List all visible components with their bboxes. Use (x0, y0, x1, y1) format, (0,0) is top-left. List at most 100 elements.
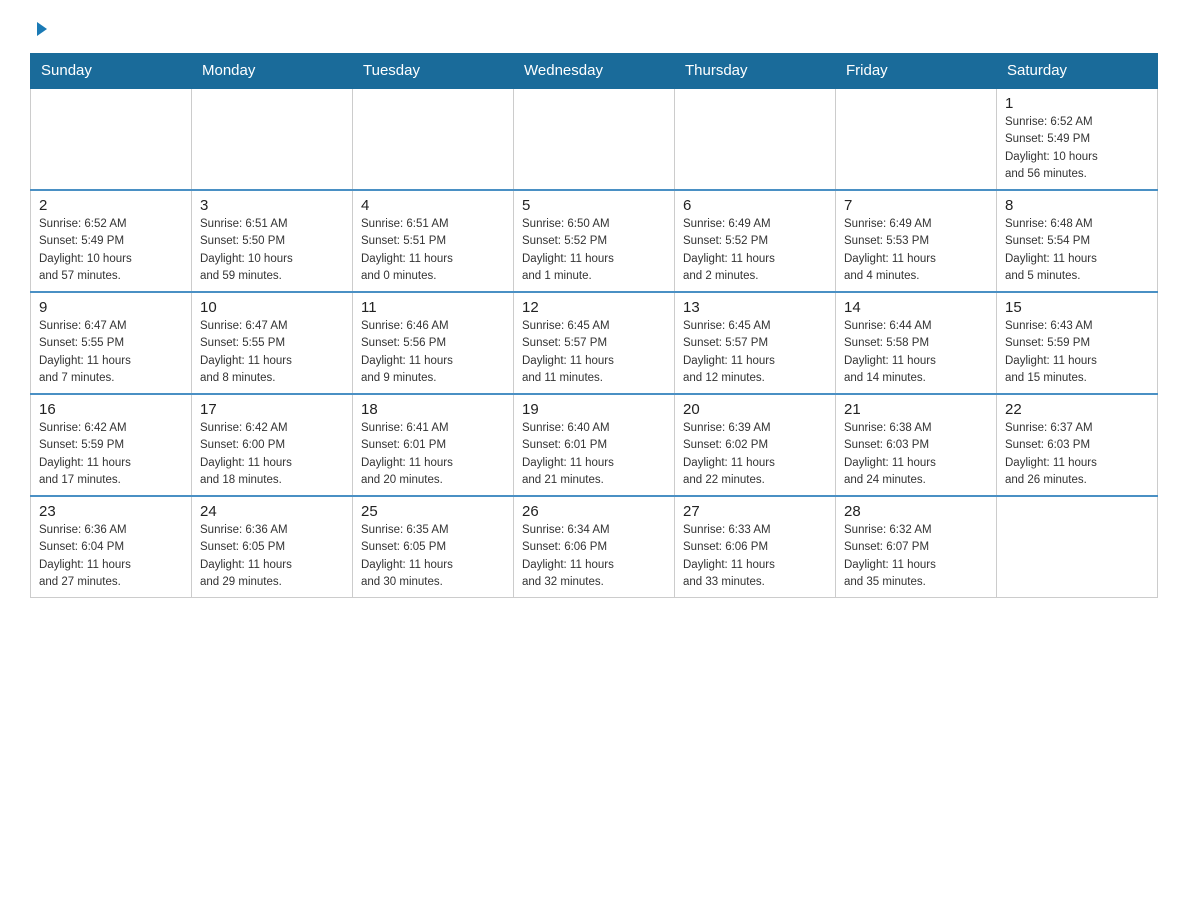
day-number: 1 (1005, 95, 1149, 112)
day-number: 5 (522, 197, 666, 214)
logo (30, 20, 51, 43)
day-number: 18 (361, 401, 505, 418)
day-info: Sunrise: 6:51 AM Sunset: 5:50 PM Dayligh… (200, 216, 344, 285)
calendar-cell: 13 Sunrise: 6:45 AM Sunset: 5:57 PM Dayli… (675, 292, 836, 394)
calendar-cell (675, 88, 836, 190)
day-info: Sunrise: 6:46 AM Sunset: 5:56 PM Dayligh… (361, 318, 505, 387)
day-number: 28 (844, 503, 988, 520)
day-number: 19 (522, 401, 666, 418)
day-info: Sunrise: 6:49 AM Sunset: 5:52 PM Dayligh… (683, 216, 827, 285)
day-info: Sunrise: 6:51 AM Sunset: 5:51 PM Dayligh… (361, 216, 505, 285)
calendar-cell: 19 Sunrise: 6:40 AM Sunset: 6:01 PM Dayli… (514, 394, 675, 496)
day-info: Sunrise: 6:42 AM Sunset: 5:59 PM Dayligh… (39, 420, 183, 489)
calendar-cell (353, 88, 514, 190)
day-info: Sunrise: 6:37 AM Sunset: 6:03 PM Dayligh… (1005, 420, 1149, 489)
day-number: 26 (522, 503, 666, 520)
calendar-cell: 11 Sunrise: 6:46 AM Sunset: 5:56 PM Dayli… (353, 292, 514, 394)
page-header (30, 20, 1158, 43)
calendar-cell: 28 Sunrise: 6:32 AM Sunset: 6:07 PM Dayli… (836, 496, 997, 598)
day-info: Sunrise: 6:44 AM Sunset: 5:58 PM Dayligh… (844, 318, 988, 387)
day-number: 23 (39, 503, 183, 520)
day-number: 21 (844, 401, 988, 418)
calendar-cell (514, 88, 675, 190)
day-info: Sunrise: 6:47 AM Sunset: 5:55 PM Dayligh… (200, 318, 344, 387)
day-number: 3 (200, 197, 344, 214)
day-info: Sunrise: 6:49 AM Sunset: 5:53 PM Dayligh… (844, 216, 988, 285)
day-number: 4 (361, 197, 505, 214)
day-number: 7 (844, 197, 988, 214)
day-info: Sunrise: 6:45 AM Sunset: 5:57 PM Dayligh… (683, 318, 827, 387)
day-number: 9 (39, 299, 183, 316)
weekday-header-saturday: Saturday (997, 54, 1158, 89)
day-number: 8 (1005, 197, 1149, 214)
calendar-cell: 7 Sunrise: 6:49 AM Sunset: 5:53 PM Daylig… (836, 190, 997, 292)
calendar-cell: 10Sunrise: 6:47 AM Sunset: 5:55 PM Dayli… (192, 292, 353, 394)
weekday-header-wednesday: Wednesday (514, 54, 675, 89)
day-info: Sunrise: 6:33 AM Sunset: 6:06 PM Dayligh… (683, 522, 827, 591)
calendar-cell: 8 Sunrise: 6:48 AM Sunset: 5:54 PM Daylig… (997, 190, 1158, 292)
day-number: 14 (844, 299, 988, 316)
week-row-5: 23 Sunrise: 6:36 AM Sunset: 6:04 PM Dayli… (31, 496, 1158, 598)
calendar-cell (31, 88, 192, 190)
day-info: Sunrise: 6:38 AM Sunset: 6:03 PM Dayligh… (844, 420, 988, 489)
day-info: Sunrise: 6:40 AM Sunset: 6:01 PM Dayligh… (522, 420, 666, 489)
calendar-cell (836, 88, 997, 190)
day-info: Sunrise: 6:34 AM Sunset: 6:06 PM Dayligh… (522, 522, 666, 591)
calendar-cell: 15 Sunrise: 6:43 AM Sunset: 5:59 PM Dayli… (997, 292, 1158, 394)
calendar-cell: 24 Sunrise: 6:36 AM Sunset: 6:05 PM Dayli… (192, 496, 353, 598)
logo-arrow-icon (33, 20, 51, 43)
day-info: Sunrise: 6:39 AM Sunset: 6:02 PM Dayligh… (683, 420, 827, 489)
calendar-cell: 21 Sunrise: 6:38 AM Sunset: 6:03 PM Dayli… (836, 394, 997, 496)
calendar-cell: 17 Sunrise: 6:42 AM Sunset: 6:00 PM Dayli… (192, 394, 353, 496)
calendar-cell: 12 Sunrise: 6:45 AM Sunset: 5:57 PM Dayli… (514, 292, 675, 394)
day-info: Sunrise: 6:36 AM Sunset: 6:05 PM Dayligh… (200, 522, 344, 591)
day-info: Sunrise: 6:52 AM Sunset: 5:49 PM Dayligh… (1005, 114, 1149, 183)
calendar-cell: 4 Sunrise: 6:51 AM Sunset: 5:51 PM Daylig… (353, 190, 514, 292)
day-number: 13 (683, 299, 827, 316)
calendar-cell: 9Sunrise: 6:47 AM Sunset: 5:55 PM Daylig… (31, 292, 192, 394)
day-info: Sunrise: 6:48 AM Sunset: 5:54 PM Dayligh… (1005, 216, 1149, 285)
day-info: Sunrise: 6:41 AM Sunset: 6:01 PM Dayligh… (361, 420, 505, 489)
day-info: Sunrise: 6:45 AM Sunset: 5:57 PM Dayligh… (522, 318, 666, 387)
week-row-1: 1 Sunrise: 6:52 AM Sunset: 5:49 PM Daylig… (31, 88, 1158, 190)
day-number: 20 (683, 401, 827, 418)
day-info: Sunrise: 6:32 AM Sunset: 6:07 PM Dayligh… (844, 522, 988, 591)
calendar-cell: 16 Sunrise: 6:42 AM Sunset: 5:59 PM Dayli… (31, 394, 192, 496)
day-number: 25 (361, 503, 505, 520)
day-number: 2 (39, 197, 183, 214)
week-row-3: 9 Sunrise: 6:47 AM Sunset: 5:55 PM Daylig… (31, 292, 1158, 394)
day-number: 27 (683, 503, 827, 520)
weekday-header-thursday: Thursday (675, 54, 836, 89)
day-number: 22 (1005, 401, 1149, 418)
calendar-cell: 26 Sunrise: 6:34 AM Sunset: 6:06 PM Dayli… (514, 496, 675, 598)
calendar-cell: 27 Sunrise: 6:33 AM Sunset: 6:06 PM Dayli… (675, 496, 836, 598)
weekday-header-tuesday: Tuesday (353, 54, 514, 89)
day-info: Sunrise: 6:43 AM Sunset: 5:59 PM Dayligh… (1005, 318, 1149, 387)
day-number: 17 (200, 401, 344, 418)
calendar-cell: 3 Sunrise: 6:51 AM Sunset: 5:50 PM Daylig… (192, 190, 353, 292)
day-info: Sunrise: 6:35 AM Sunset: 6:05 PM Dayligh… (361, 522, 505, 591)
calendar-cell: 2Sunrise: 6:52 AM Sunset: 5:49 PM Daylig… (31, 190, 192, 292)
day-info: Sunrise: 6:36 AM Sunset: 6:04 PM Dayligh… (39, 522, 183, 591)
day-number: 24 (200, 503, 344, 520)
calendar-cell (997, 496, 1158, 598)
day-info: Sunrise: 6:42 AM Sunset: 6:00 PM Dayligh… (200, 420, 344, 489)
weekday-header-monday: Monday (192, 54, 353, 89)
weekday-header-sunday: Sunday (31, 54, 192, 89)
day-number: 12 (522, 299, 666, 316)
calendar-cell: 18 Sunrise: 6:41 AM Sunset: 6:01 PM Dayli… (353, 394, 514, 496)
calendar-cell: 6 Sunrise: 6:49 AM Sunset: 5:52 PM Daylig… (675, 190, 836, 292)
day-number: 6 (683, 197, 827, 214)
calendar-table: SundayMondayTuesdayWednesdayThursdayFrid… (30, 53, 1158, 598)
day-number: 11 (361, 299, 505, 316)
week-row-2: 2Sunrise: 6:52 AM Sunset: 5:49 PM Daylig… (31, 190, 1158, 292)
calendar-cell: 14 Sunrise: 6:44 AM Sunset: 5:58 PM Dayli… (836, 292, 997, 394)
weekday-header-friday: Friday (836, 54, 997, 89)
day-number: 16 (39, 401, 183, 418)
day-info: Sunrise: 6:50 AM Sunset: 5:52 PM Dayligh… (522, 216, 666, 285)
day-number: 15 (1005, 299, 1149, 316)
calendar-cell: 22 Sunrise: 6:37 AM Sunset: 6:03 PM Dayli… (997, 394, 1158, 496)
calendar-cell: 23 Sunrise: 6:36 AM Sunset: 6:04 PM Dayli… (31, 496, 192, 598)
weekday-header-row: SundayMondayTuesdayWednesdayThursdayFrid… (31, 54, 1158, 89)
calendar-cell: 25 Sunrise: 6:35 AM Sunset: 6:05 PM Dayli… (353, 496, 514, 598)
